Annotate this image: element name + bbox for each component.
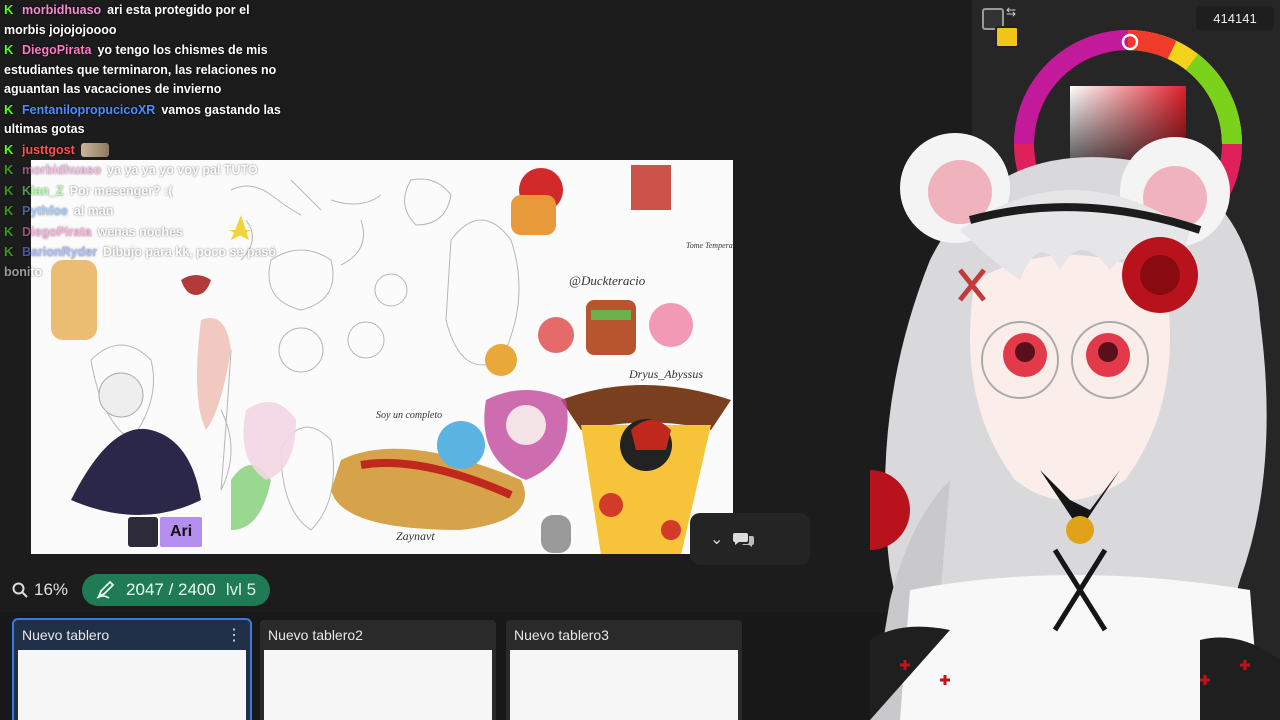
label-soy: Soy un completo bbox=[376, 410, 442, 421]
zoom-indicator[interactable]: 16% bbox=[12, 580, 68, 600]
kick-badge-icon: K bbox=[4, 2, 14, 17]
kick-badge-icon: K bbox=[4, 244, 14, 259]
chat-text: ya ya ya yo voy pal TUTO bbox=[107, 163, 258, 177]
hex-input[interactable]: 414141 bbox=[1196, 6, 1274, 30]
chevron-down-icon: ⌄ bbox=[710, 531, 724, 548]
secondary-color-swatch[interactable] bbox=[995, 26, 1019, 48]
chat-message: Kmorbidhuaso ari esta protegido por el mo… bbox=[0, 0, 290, 40]
chat-username[interactable]: justtgost bbox=[22, 143, 75, 157]
streamer-avatar bbox=[128, 517, 158, 547]
xp-progress-pill: 2047 / 2400 lvl 5 bbox=[82, 574, 271, 606]
swap-colors-icon[interactable]: ⇆ bbox=[1006, 5, 1016, 19]
level-value: lvl 5 bbox=[225, 580, 257, 599]
kick-badge-icon: K bbox=[4, 203, 14, 218]
board-card[interactable]: Nuevo tablero3 bbox=[506, 620, 742, 720]
board-thumbnail bbox=[264, 650, 492, 720]
chat-emote-icon bbox=[80, 143, 109, 158]
chat-message: K Klan_Z Por mesenger? :( bbox=[0, 181, 290, 202]
board-thumbnail bbox=[18, 650, 246, 720]
chat-username[interactable]: morbidhuaso bbox=[22, 163, 101, 177]
chat-overlay: Kmorbidhuaso ari esta protegido por el mo… bbox=[0, 0, 290, 282]
boards-strip: Nuevo tablero ⋮ Nuevo tablero2 Nuevo tabler… bbox=[0, 612, 1000, 720]
chat-bubbles-icon bbox=[733, 533, 755, 547]
chat-message: Kmorbidhuaso ya ya ya yo voy pal TUTO bbox=[0, 160, 290, 181]
chat-text: wenas noches bbox=[97, 224, 183, 239]
chat-username[interactable]: morbidhuaso bbox=[22, 3, 101, 17]
chat-message: K FentanilopropucicoXR vamos gastando las … bbox=[0, 100, 290, 140]
board-name: Nuevo tablero bbox=[22, 627, 110, 643]
stream-screen: @Duckteracio Dryus_Abyssus Soy un comple… bbox=[0, 0, 1280, 720]
chat-username[interactable]: Pythfoe bbox=[22, 204, 68, 218]
vtuber-avatar bbox=[870, 133, 1280, 720]
chat-text: al man bbox=[73, 204, 114, 218]
zoom-value: 16% bbox=[34, 580, 69, 599]
chat-message: K BarionRyder Dibujo para kk, poco se pasó… bbox=[0, 242, 290, 282]
pencil-badge-icon bbox=[96, 581, 115, 599]
chat-username[interactable]: FentanilopropucicoXR bbox=[22, 103, 155, 117]
chat-username[interactable]: DiegoPirata bbox=[22, 43, 91, 57]
chat-message: K DiegoPirata yo tengo los chismes de mis … bbox=[0, 40, 290, 100]
search-icon bbox=[12, 582, 28, 598]
chat-message: K DiegoPirata wenas noches bbox=[0, 222, 290, 243]
streamer-name: Ari bbox=[160, 517, 203, 547]
board-name: Nuevo tablero3 bbox=[514, 627, 609, 643]
kick-badge-icon: K bbox=[4, 101, 14, 117]
kick-badge-icon: K bbox=[4, 162, 14, 177]
kick-badge-icon: K bbox=[4, 223, 14, 239]
label-duck: @Duckteracio bbox=[569, 273, 646, 288]
status-bar: 16% 2047 / 2400 lvl 5 bbox=[0, 568, 980, 612]
streamer-tag: Ari bbox=[128, 516, 203, 548]
board-name: Nuevo tablero2 bbox=[268, 627, 363, 643]
chat-message: K Pythfoe al man bbox=[0, 201, 290, 222]
board-card[interactable]: Nuevo tablero ⋮ bbox=[12, 618, 252, 720]
board-thumbnail bbox=[510, 650, 738, 720]
label-dryus: Dryus_Abyssus bbox=[628, 367, 703, 381]
label-tome: Tome Tempera bbox=[686, 241, 733, 250]
kick-badge-icon: K bbox=[4, 141, 14, 157]
chat-username[interactable]: BarionRyder bbox=[22, 245, 97, 259]
chat-text: Por mesenger? :( bbox=[69, 183, 173, 198]
chat-username[interactable]: DiegoPirata bbox=[22, 225, 91, 239]
chat-username[interactable]: Klan_Z bbox=[22, 184, 64, 198]
label-zaynavt: Zaynavt bbox=[396, 529, 435, 543]
more-vertical-icon[interactable]: ⋮ bbox=[226, 625, 242, 645]
kick-badge-icon: K bbox=[4, 182, 14, 198]
kick-badge-icon: K bbox=[4, 42, 14, 57]
chat-message: Kjusttgost bbox=[0, 140, 290, 161]
chat-toggle-button[interactable]: ⌄ bbox=[690, 513, 810, 565]
board-card[interactable]: Nuevo tablero2 bbox=[260, 620, 496, 720]
xp-value: 2047 / 2400 bbox=[126, 580, 216, 599]
